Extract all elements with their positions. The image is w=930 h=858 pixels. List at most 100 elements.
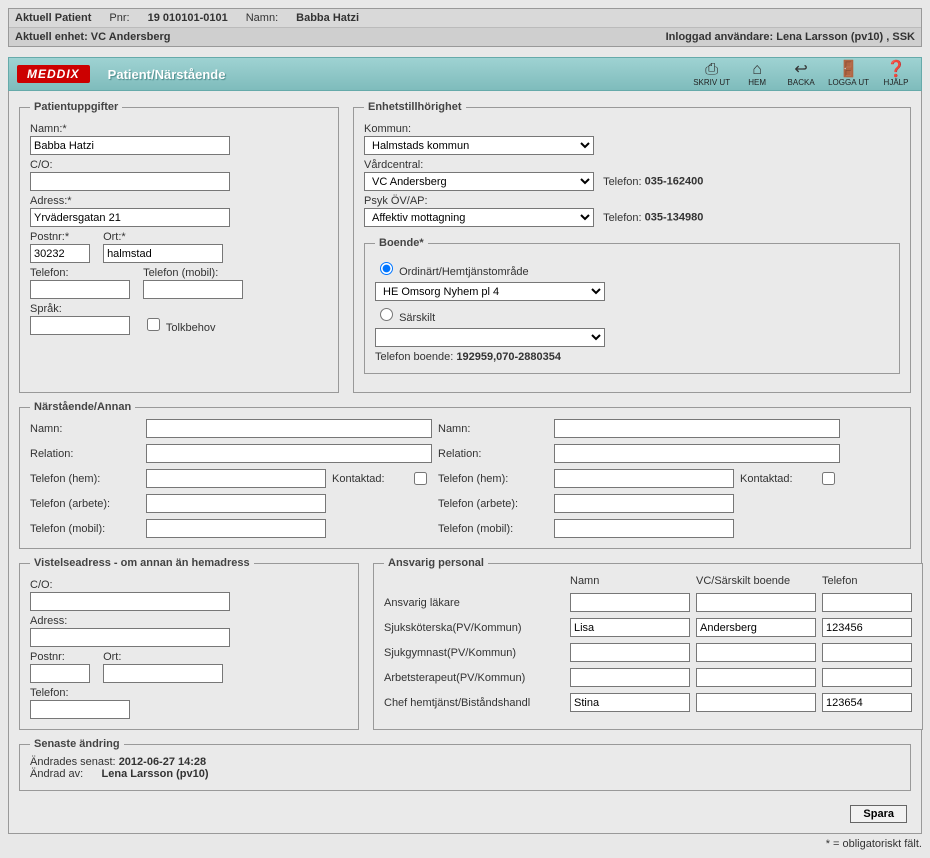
door-icon: 🚪 (839, 62, 859, 78)
enhetstillhorighet-fieldset: Enhetstillhörighet Kommun: Halmstads kom… (353, 101, 911, 393)
tolkbehov-checkbox[interactable] (147, 318, 160, 331)
ort-input[interactable] (103, 244, 223, 263)
back-icon: ↩ (794, 62, 807, 78)
staff-2-tel[interactable] (822, 643, 912, 662)
obligatoriskt-note: * = obligatoriskt fält. (8, 838, 922, 850)
kin1-kontaktad-checkbox[interactable] (412, 472, 429, 485)
logga-ut-button[interactable]: 🚪 LOGGA UT (828, 62, 869, 87)
kin1-relation-input[interactable] (146, 444, 432, 463)
role-0: Ansvarig läkare (384, 597, 564, 609)
andrades-value: 2012-06-27 14:28 (119, 756, 206, 768)
staff-4-tel[interactable] (822, 693, 912, 712)
aktuell-enhet: Aktuell enhet: VC Andersberg (15, 31, 170, 43)
telefon-label: Telefon: (30, 267, 130, 279)
senaste-legend: Senaste ändring (30, 738, 124, 750)
telefon-input[interactable] (30, 280, 130, 299)
kin1-telmobil-input[interactable] (146, 519, 326, 538)
telefon-boende: 192959,070-2880354 (456, 351, 561, 363)
kin2-telhem-input[interactable] (554, 469, 734, 488)
postnr-input[interactable] (30, 244, 90, 263)
vistelseadress-legend: Vistelseadress - om annan än hemadress (30, 557, 254, 569)
sarskilt-select[interactable] (375, 328, 605, 347)
vardcentral-select[interactable]: VC Andersberg (364, 172, 594, 191)
inloggad-anvandare: Inloggad användare: Lena Larsson (pv10) … (666, 31, 915, 43)
vist-ort-input[interactable] (103, 664, 223, 683)
staff-0-vc[interactable] (696, 593, 816, 612)
kin1-telhem-input[interactable] (146, 469, 326, 488)
staff-1-tel[interactable] (822, 618, 912, 637)
kin2-telmobil-input[interactable] (554, 519, 734, 538)
patientuppgifter-fieldset: Patientuppgifter Namn:* C/O: Adress:* Po… (19, 101, 339, 393)
vist-telefon-input[interactable] (30, 700, 130, 719)
namn-label: Namn:* (30, 123, 328, 135)
aktuell-patient-label: Aktuell Patient (15, 12, 91, 24)
kin-namn-label: Namn: (30, 423, 140, 435)
narstaende-legend: Närstående/Annan (30, 401, 135, 413)
kommun-select[interactable]: Halmstads kommun (364, 136, 594, 155)
pnr-label: Pnr: (109, 12, 129, 24)
staff-1-namn[interactable] (570, 618, 690, 637)
narstaende-fieldset: Närstående/Annan Namn: Namn: Relation: R… (19, 401, 911, 549)
staff-2-namn[interactable] (570, 643, 690, 662)
kin-kontaktad-label: Kontaktad: (332, 473, 402, 485)
staff-3-tel[interactable] (822, 668, 912, 687)
staff-3-vc[interactable] (696, 668, 816, 687)
kin2-relation-input[interactable] (554, 444, 840, 463)
boende-legend: Boende* (375, 237, 428, 249)
sarskilt-radio[interactable] (380, 308, 393, 321)
staff-0-namn[interactable] (570, 593, 690, 612)
kin-relation-label: Relation: (30, 448, 140, 460)
backa-button[interactable]: ↩ BACKA (784, 62, 818, 87)
co-label: C/O: (30, 159, 328, 171)
vist-ort-label: Ort: (103, 651, 223, 663)
kin-telarbete-label: Telefon (arbete): (30, 498, 140, 510)
staff-3-namn[interactable] (570, 668, 690, 687)
kin2-kontaktad-checkbox[interactable] (820, 472, 837, 485)
vardcentral-tel: 035-162400 (645, 176, 704, 188)
ansvarig-legend: Ansvarig personal (384, 557, 488, 569)
staff-0-tel[interactable] (822, 593, 912, 612)
hjalp-button[interactable]: ❓ HJÄLP (879, 62, 913, 87)
staff-2-vc[interactable] (696, 643, 816, 662)
co-input[interactable] (30, 172, 230, 191)
boende-fieldset: Boende* Ordinärt/Hemtjänstområde HE Omso… (364, 237, 900, 374)
kin2-telarbete-input[interactable] (554, 494, 734, 513)
ordinart-radio[interactable] (380, 262, 393, 275)
staff-4-namn[interactable] (570, 693, 690, 712)
adress-input[interactable] (30, 208, 230, 227)
psyk-label: Psyk ÖV/AP: (364, 195, 900, 207)
telefon-mobil-label: Telefon (mobil): (143, 267, 243, 279)
brand-logo: MEDDIX (17, 65, 90, 83)
psyk-tel: 035-134980 (645, 212, 704, 224)
enhetstillhorighet-legend: Enhetstillhörighet (364, 101, 466, 113)
ansvarig-fieldset: Ansvarig personal Namn VC/Särskilt boend… (373, 557, 923, 730)
kin-telhem-label: Telefon (hem): (30, 473, 140, 485)
namn-input[interactable] (30, 136, 230, 155)
ordinart-select[interactable]: HE Omsorg Nyhem pl 4 (375, 282, 605, 301)
kin2-namn-input[interactable] (554, 419, 840, 438)
vist-co-input[interactable] (30, 592, 230, 611)
kin1-namn-input[interactable] (146, 419, 432, 438)
vist-co-label: C/O: (30, 579, 348, 591)
kin-telhem-label-2: Telefon (hem): (438, 473, 548, 485)
namn-value: Babba Hatzi (296, 12, 359, 24)
staff-4-vc[interactable] (696, 693, 816, 712)
role-1: Sjuksköterska(PV/Kommun) (384, 622, 564, 634)
breadcrumb: Patient/Närstående (108, 67, 226, 82)
vist-postnr-label: Postnr: (30, 651, 90, 663)
psyk-select[interactable]: Affektiv mottagning (364, 208, 594, 227)
vist-postnr-input[interactable] (30, 664, 90, 683)
skriv-ut-button[interactable]: ⎙ SKRIV UT (693, 62, 730, 87)
role-2: Sjukgymnast(PV/Kommun) (384, 647, 564, 659)
vist-telefon-label: Telefon: (30, 687, 348, 699)
telefon-mobil-input[interactable] (143, 280, 243, 299)
help-icon: ❓ (886, 62, 906, 78)
kin-kontaktad-label-2: Kontaktad: (740, 473, 810, 485)
sprak-input[interactable] (30, 316, 130, 335)
kin-telmobil-label-2: Telefon (mobil): (438, 523, 548, 535)
staff-1-vc[interactable] (696, 618, 816, 637)
hem-button[interactable]: ⌂ HEM (740, 62, 774, 87)
kin1-telarbete-input[interactable] (146, 494, 326, 513)
vist-adress-input[interactable] (30, 628, 230, 647)
spara-button[interactable]: Spara (850, 805, 907, 823)
